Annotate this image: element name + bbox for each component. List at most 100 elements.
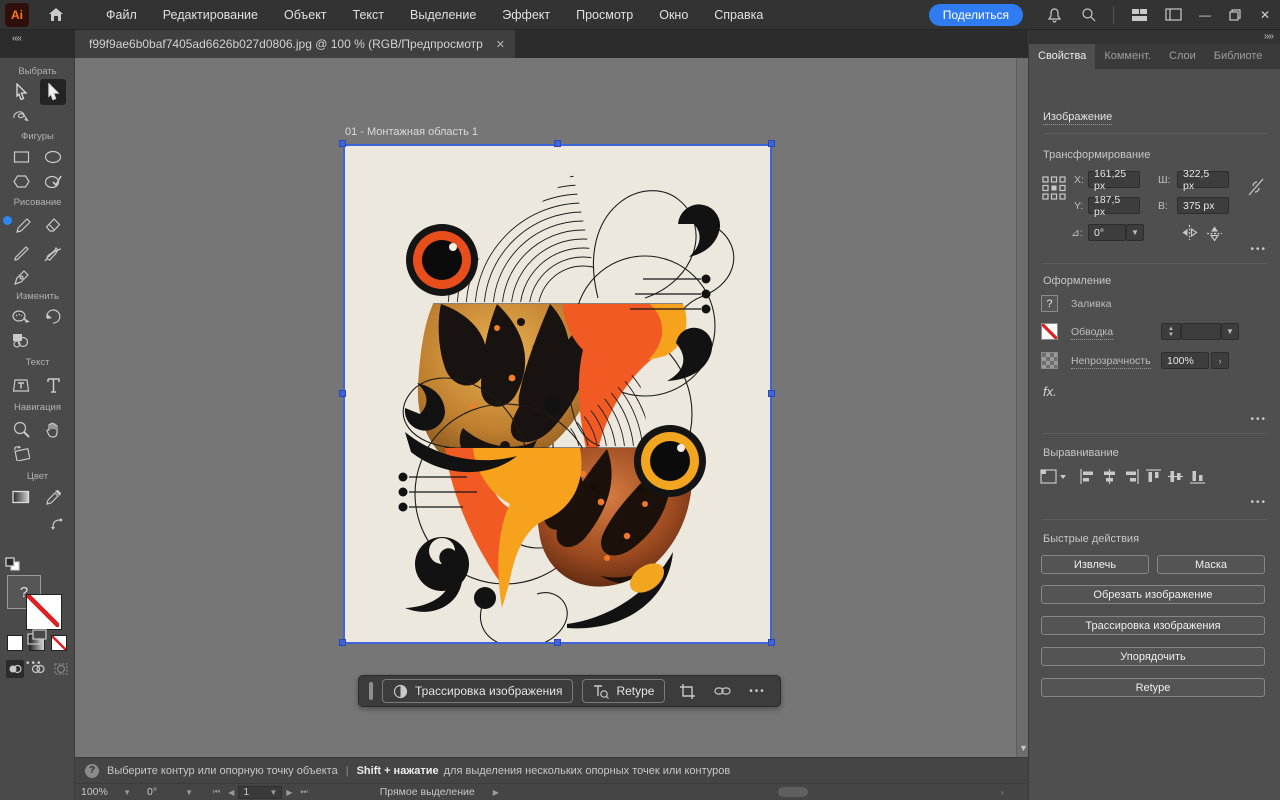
appearance-more-icon[interactable]: •••: [1250, 414, 1267, 425]
document-tab[interactable]: f99f9ae6b0baf7405ad6626b027d0806.jpg @ 1…: [75, 30, 515, 58]
rotation-select[interactable]: 0°▼: [141, 786, 199, 798]
stroke-weight-dropdown[interactable]: ▼: [1221, 323, 1239, 340]
selection-handle-nw[interactable]: [339, 140, 346, 147]
zoom-level-select[interactable]: 100%▼: [75, 786, 137, 798]
shape-builder-tool[interactable]: [8, 327, 34, 353]
arrange-documents-icon[interactable]: [1125, 4, 1153, 26]
default-fill-stroke-icon[interactable]: [5, 557, 20, 571]
align-left-icon[interactable]: [1079, 468, 1096, 485]
fx-button[interactable]: fx.: [1043, 384, 1057, 399]
selection-handle-n[interactable]: [554, 140, 561, 147]
close-button[interactable]: ✕: [1252, 4, 1278, 26]
crop-image-button[interactable]: Обрезать изображение: [1041, 585, 1265, 604]
artboard-number-select[interactable]: 1▼: [238, 786, 282, 799]
flip-horizontal-icon[interactable]: [1181, 225, 1198, 240]
x-input[interactable]: 161,25 px: [1088, 171, 1140, 188]
swap-fill-stroke-icon[interactable]: [50, 517, 66, 531]
link-icon[interactable]: [709, 679, 735, 703]
ellipse-tool[interactable]: [40, 144, 66, 170]
notifications-bell-icon[interactable]: [1040, 4, 1068, 26]
align-bottom-icon[interactable]: [1189, 468, 1206, 485]
rectangle-tool[interactable]: [8, 144, 34, 170]
menu-type[interactable]: Текст: [340, 0, 397, 30]
magic-wand-tool[interactable]: [8, 104, 34, 130]
shaper-tool[interactable]: [40, 168, 66, 194]
rotate-angle-dropdown[interactable]: ▼: [1126, 224, 1144, 241]
minimize-button[interactable]: —: [1192, 4, 1218, 26]
direct-selection-tool[interactable]: [40, 79, 66, 105]
flip-vertical-icon[interactable]: [1207, 225, 1222, 242]
pen-tool[interactable]: [8, 264, 34, 290]
search-icon[interactable]: [1074, 4, 1102, 26]
height-input[interactable]: 375 px: [1177, 197, 1229, 214]
curvature-pen-tool[interactable]: [40, 240, 66, 266]
retype-quick-button[interactable]: Retype: [1041, 678, 1265, 697]
undo-rotate-tool[interactable]: [40, 304, 66, 330]
selection-handle-e[interactable]: [768, 390, 775, 397]
menu-select[interactable]: Выделение: [397, 0, 489, 30]
align-right-icon[interactable]: [1123, 468, 1140, 485]
restore-button[interactable]: [1222, 4, 1248, 26]
extract-button[interactable]: Извлечь: [1041, 555, 1149, 574]
eraser-tool[interactable]: [40, 212, 66, 238]
rotate-view-tool[interactable]: [8, 440, 34, 466]
scroll-down-icon[interactable]: ▼: [1019, 743, 1028, 753]
selection-handle-w[interactable]: [339, 390, 346, 397]
next-artboard-icon[interactable]: ▶: [282, 788, 296, 797]
width-input[interactable]: 322,5 px: [1177, 171, 1229, 188]
image-trace-quick-button[interactable]: Трассировка изображения: [1041, 616, 1265, 635]
object-type-label[interactable]: Изображение: [1043, 111, 1112, 125]
previous-artboard-icon[interactable]: ◀: [224, 788, 238, 797]
artboard[interactable]: [345, 146, 770, 642]
gradient-tool[interactable]: [8, 484, 34, 510]
draw-normal-mode-button[interactable]: [6, 660, 24, 678]
tools-more-icon[interactable]: •••: [26, 658, 43, 669]
type-tool[interactable]: [40, 372, 66, 398]
pencil-tool[interactable]: [10, 212, 36, 238]
reference-point-icon[interactable]: [1041, 175, 1067, 201]
color-swatch-white[interactable]: [7, 635, 23, 651]
horizontal-scrollbar-thumb[interactable]: [778, 787, 808, 797]
align-more-icon[interactable]: •••: [1250, 497, 1267, 508]
paintbrush-tool[interactable]: [8, 240, 34, 266]
selection-tool[interactable]: [8, 79, 34, 105]
tab-close-icon[interactable]: ✕: [486, 38, 505, 51]
selection-handle-ne[interactable]: [768, 140, 775, 147]
stroke-weight-input[interactable]: [1181, 323, 1221, 340]
eyedropper-tool[interactable]: [40, 484, 66, 510]
canvas-area[interactable]: 01 - Монтажная область 1: [75, 58, 1028, 757]
last-artboard-icon[interactable]: ⏭: [297, 787, 312, 797]
opacity-label[interactable]: Непрозрачность: [1071, 355, 1151, 369]
selection-handle-s[interactable]: [554, 639, 561, 646]
status-expand-icon[interactable]: ▶: [489, 788, 503, 797]
stroke-label[interactable]: Обводка: [1071, 326, 1113, 340]
y-input[interactable]: 187,5 px: [1088, 197, 1140, 214]
transform-more-icon[interactable]: •••: [1250, 244, 1267, 255]
mask-button[interactable]: Маска: [1157, 555, 1265, 574]
opacity-swatch[interactable]: [1041, 352, 1058, 369]
menu-help[interactable]: Справка: [701, 0, 776, 30]
vertical-scrollbar[interactable]: ▼: [1016, 58, 1028, 757]
selection-handle-se[interactable]: [768, 639, 775, 646]
opacity-input[interactable]: 100%: [1161, 352, 1209, 369]
workspace-switcher-icon[interactable]: [1159, 4, 1187, 26]
artboard-label[interactable]: 01 - Монтажная область 1: [345, 126, 478, 138]
menu-edit[interactable]: Редактирование: [150, 0, 271, 30]
share-button[interactable]: Поделиться: [929, 4, 1023, 26]
align-horizontal-center-icon[interactable]: [1101, 468, 1118, 485]
menu-effect[interactable]: Эффект: [489, 0, 563, 30]
color-swatch-none[interactable]: [51, 635, 67, 651]
stroke-swatch[interactable]: [1041, 323, 1058, 340]
tab-layers[interactable]: Слои: [1160, 44, 1205, 69]
taskbar-drag-handle[interactable]: [369, 682, 373, 700]
taskbar-more-icon[interactable]: •••: [744, 679, 770, 703]
stroke-weight-stepper[interactable]: ▲▼: [1161, 323, 1181, 340]
tab-properties[interactable]: Свойства: [1029, 44, 1095, 69]
first-artboard-icon[interactable]: ⏮: [209, 787, 224, 797]
menu-file[interactable]: Файл: [93, 0, 150, 30]
opacity-expand-button[interactable]: ›: [1211, 352, 1229, 369]
tab-libraries[interactable]: Библиоте: [1205, 44, 1272, 69]
retype-button[interactable]: Retype: [582, 679, 665, 703]
crop-image-icon[interactable]: [674, 679, 700, 703]
fill-swatch[interactable]: ?: [1041, 295, 1058, 312]
